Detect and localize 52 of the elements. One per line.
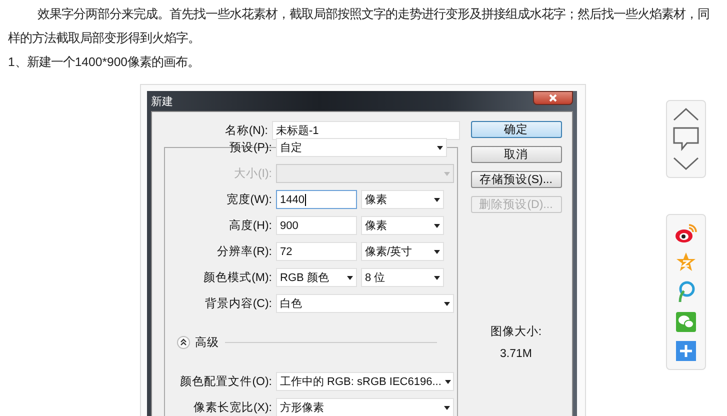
field-label: 背景内容(C): bbox=[204, 296, 273, 311]
field-label: 名称(N): bbox=[224, 124, 269, 138]
field-label: 像素长宽比(X): bbox=[192, 400, 273, 415]
eye-icon[interactable] bbox=[675, 223, 697, 243]
caret-icon bbox=[444, 302, 450, 306]
close-icon bbox=[549, 94, 557, 102]
image-size-value: 3.71M bbox=[499, 347, 533, 362]
dropdown[interactable]: 方形像素 bbox=[276, 398, 454, 416]
caret-icon bbox=[347, 276, 353, 280]
plus-icon[interactable] bbox=[676, 341, 696, 361]
input-field[interactable]: 72 bbox=[276, 242, 357, 261]
pin-icon[interactable] bbox=[676, 281, 696, 303]
field-label: 预设(P): bbox=[228, 140, 273, 155]
dropdown[interactable]: 自定 bbox=[276, 138, 447, 157]
field-label: 高度(H): bbox=[228, 218, 273, 233]
dropdown[interactable]: 8 位 bbox=[361, 268, 444, 287]
field-label: 宽度(W): bbox=[225, 192, 273, 207]
dropdown[interactable]: 像素 bbox=[361, 190, 444, 209]
chevron-down-icon[interactable] bbox=[673, 157, 699, 171]
caret-icon bbox=[437, 146, 443, 150]
advanced-toggle[interactable]: 高级 bbox=[177, 335, 219, 350]
dropdown[interactable]: RGB 颜色 bbox=[276, 268, 357, 287]
dropdown[interactable]: 像素/英寸 bbox=[361, 242, 444, 261]
chat-icon[interactable] bbox=[676, 312, 696, 332]
caret-icon bbox=[434, 198, 440, 202]
caret-icon bbox=[434, 224, 440, 228]
input-field[interactable]: 900 bbox=[276, 216, 357, 235]
field-label: 颜色配置文件(O): bbox=[179, 374, 273, 389]
input-field[interactable]: 未标题-1 bbox=[272, 121, 460, 140]
dialog-button[interactable]: 存储预设(S)... bbox=[470, 171, 562, 188]
field-label: 大小(I): bbox=[232, 166, 273, 181]
caret-icon bbox=[444, 172, 450, 176]
window-title: 新建 bbox=[151, 94, 173, 108]
dropdown[interactable]: 白色 bbox=[276, 294, 454, 313]
comment-icon[interactable] bbox=[673, 127, 699, 151]
field-label: 颜色模式(M): bbox=[202, 270, 273, 285]
image-size-label: 图像大小: bbox=[490, 324, 542, 340]
chevron-up-icon[interactable] bbox=[673, 107, 699, 121]
paragraph: 1、新建一个1400*900像素的画布。 bbox=[8, 54, 200, 71]
close-button[interactable] bbox=[533, 91, 573, 105]
field-label: 分辨率(R): bbox=[216, 244, 273, 259]
dropdown[interactable]: 工作中的 RGB: sRGB IEC6196... bbox=[276, 372, 454, 391]
dropdown[interactable]: 像素 bbox=[361, 216, 444, 235]
dialog-button[interactable]: 取消 bbox=[470, 146, 562, 163]
caret-icon bbox=[434, 250, 440, 254]
caret-icon bbox=[445, 380, 452, 384]
star-icon[interactable] bbox=[676, 252, 696, 272]
paragraph: 效果字分两部分来完成。首先找一些水花素材，截取局部按照文字的走势进行变形及拼接组成水花字；然后找一些火焰素材，同样的方法截取局部变形得到火焰字。 bbox=[8, 6, 711, 47]
caret-icon bbox=[444, 406, 450, 410]
input-field[interactable]: 1440 bbox=[276, 190, 357, 209]
caret-icon bbox=[434, 276, 440, 280]
dialog-button[interactable]: 确定 bbox=[470, 121, 562, 138]
